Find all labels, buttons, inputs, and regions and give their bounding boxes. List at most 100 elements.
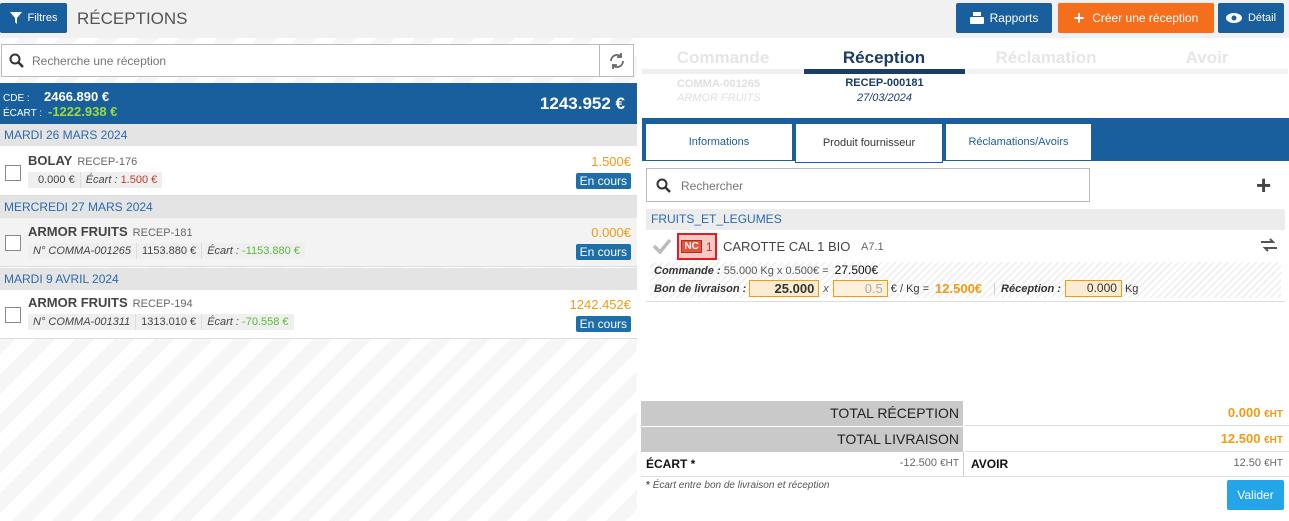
ht-unit: €HT: [1264, 409, 1283, 420]
row-checkbox[interactable]: [5, 165, 21, 181]
date-header: MARDI 26 MARS 2024: [0, 124, 637, 146]
footnote-text: Écart entre bon de livraison et réceptio…: [652, 480, 830, 491]
search-icon: [656, 178, 671, 193]
category-header: FRUITS_ET_LEGUMES: [646, 209, 1285, 230]
summary-bar: CDE : 2466.890 € ÉCART : -1222.938 € 124…: [0, 83, 637, 124]
ecart-info-value: 1.500 €: [120, 174, 158, 186]
swap-icon[interactable]: [1260, 238, 1278, 252]
reception-ref: RECEP-176: [77, 156, 138, 168]
reception-label: Réception :: [1001, 282, 1061, 295]
avoir-value: 12.50 €HT: [965, 457, 1284, 469]
bl-price-input[interactable]: 0.5: [832, 280, 888, 297]
create-reception-button[interactable]: + Créer une réception: [1058, 3, 1214, 33]
bl-label: Bon de livraison :: [654, 282, 747, 295]
total-delivery-value: 12.500 €HT: [965, 427, 1289, 452]
validate-button[interactable]: Valider: [1227, 480, 1284, 510]
nc-count: 1: [705, 239, 713, 254]
ecart-total-value: -12.500 €HT: [641, 457, 959, 469]
page-title: RÉCEPTIONS: [77, 9, 188, 28]
reception-quantity-input[interactable]: 0.000: [1064, 280, 1122, 297]
cde-label: CDE :: [3, 93, 30, 104]
reception-amount: 1242.452€: [569, 297, 631, 312]
cde-value: 2466.890 €: [44, 89, 110, 104]
filters-button[interactable]: Filtres: [0, 3, 67, 33]
total-reception-value: 0.000 €HT: [965, 401, 1289, 426]
reception-ref: RECEP-000181: [845, 77, 924, 89]
supplier-name: ARMOR FRUITS: [28, 224, 128, 239]
product-search-input[interactable]: [681, 176, 1071, 196]
tab-commande[interactable]: Commande: [643, 48, 803, 68]
bl-unit: € / Kg =: [890, 282, 930, 295]
tab-underline: [1127, 69, 1288, 74]
nc-tag: NC: [681, 240, 702, 253]
commande-ref: COMMA-001265: [677, 78, 761, 90]
ecart-label: ÉCART :: [3, 108, 43, 119]
ecart-value: -1222.938 €: [48, 104, 118, 119]
tab-reclamation[interactable]: Réclamation: [966, 48, 1126, 68]
order-amount: 0.000 €: [28, 172, 81, 188]
refresh-icon: [610, 52, 624, 69]
reception-date: 27/03/2024: [856, 92, 913, 104]
supplier-name: ARMOR FRUITS: [28, 295, 128, 310]
product-code: A7.1: [861, 241, 884, 253]
tab-reception[interactable]: Réception: [804, 48, 964, 68]
bl-quantity-input[interactable]: 25.000: [749, 280, 820, 297]
reception-unit: Kg: [1124, 282, 1139, 295]
reports-label: Rapports: [989, 11, 1039, 25]
eye-icon: [1225, 13, 1242, 23]
reception-row[interactable]: ARMOR FRUITS RECEP-194 N° COMMA-001311 13…: [0, 290, 637, 339]
bl-total: 12.500€: [935, 281, 983, 296]
order-amount: 1313.010 €: [136, 314, 203, 330]
reception-search-box: [1, 44, 634, 77]
avoir-amount: 12.50: [1233, 457, 1262, 469]
ht-unit: €HT: [1264, 435, 1283, 446]
order-number: N° COMMA-001311: [28, 314, 137, 330]
reception-row[interactable]: ARMOR FRUITS RECEP-181 N° COMMA-001265 11…: [0, 218, 637, 267]
row-checkbox[interactable]: [5, 235, 21, 251]
reception-row[interactable]: BOLAY RECEP-176 0.000 € Écart : 1.500 € 1…: [0, 146, 637, 196]
product-search-box: [646, 168, 1090, 202]
ecart-info-label: Écart :: [207, 316, 239, 328]
filter-icon: [9, 12, 22, 24]
commande-line: Commande : 55.000 Kg x 0.500€ = 27.500€: [654, 263, 878, 277]
subtab-reclamations-avoirs[interactable]: Réclamations/Avoirs: [945, 123, 1092, 161]
search-icon: [9, 53, 24, 68]
row-checkbox[interactable]: [5, 307, 21, 323]
refresh-button[interactable]: [599, 45, 634, 76]
product-row: NC 1 CAROTTE CAL 1 BIO A7.1 Commande : 5…: [646, 230, 1285, 302]
tab-underline: [642, 69, 803, 74]
commande-label: Commande :: [654, 265, 721, 277]
subtab-informations[interactable]: Informations: [645, 123, 793, 161]
status-badge: En cours: [575, 244, 631, 260]
ecart-info-label: Écart :: [85, 174, 118, 186]
divider: [963, 452, 964, 477]
non-conformity-button[interactable]: NC 1: [677, 233, 717, 260]
ecart-total-amount: -12.500: [899, 457, 938, 469]
detail-button[interactable]: Détail: [1218, 3, 1284, 33]
ht-unit: €HT: [1264, 458, 1283, 469]
ecart-info-label: Écart :: [207, 245, 239, 257]
footnote: * Écart entre bon de livraison et récept…: [646, 480, 829, 491]
product-name: CAROTTE CAL 1 BIO: [723, 239, 851, 254]
add-product-icon[interactable]: +: [1256, 172, 1271, 198]
reports-button[interactable]: Rapports: [956, 3, 1052, 33]
tab-avoir[interactable]: Avoir: [1127, 48, 1287, 68]
subtab-produit-fournisseur[interactable]: Produit fournisseur: [795, 123, 943, 163]
check-icon[interactable]: [652, 238, 672, 254]
create-reception-label: Créer une réception: [1092, 11, 1199, 25]
total-delivery-label: TOTAL LIVRAISON: [641, 427, 963, 452]
status-badge: En cours: [575, 316, 631, 332]
bl-line: Bon de livraison : 25.000 x 0.5 € / Kg =…: [654, 280, 1138, 297]
status-badge: En cours: [575, 173, 631, 189]
ht-unit: €HT: [940, 458, 959, 469]
reception-amount: 1.500€: [591, 154, 631, 169]
footnote-star: *: [646, 480, 650, 491]
ecart-info-value: -70.558 €: [242, 316, 289, 328]
date-header: MARDI 9 AVRIL 2024: [0, 268, 637, 290]
total-reception-label: TOTAL RÉCEPTION: [641, 401, 963, 426]
reception-ref: RECEP-181: [132, 227, 193, 239]
commande-supplier: ARMOR FRUITS: [677, 92, 761, 104]
reception-amount: 0.000€: [591, 225, 631, 240]
reception-search-input[interactable]: [32, 51, 592, 71]
tab-underline: [966, 69, 1127, 74]
